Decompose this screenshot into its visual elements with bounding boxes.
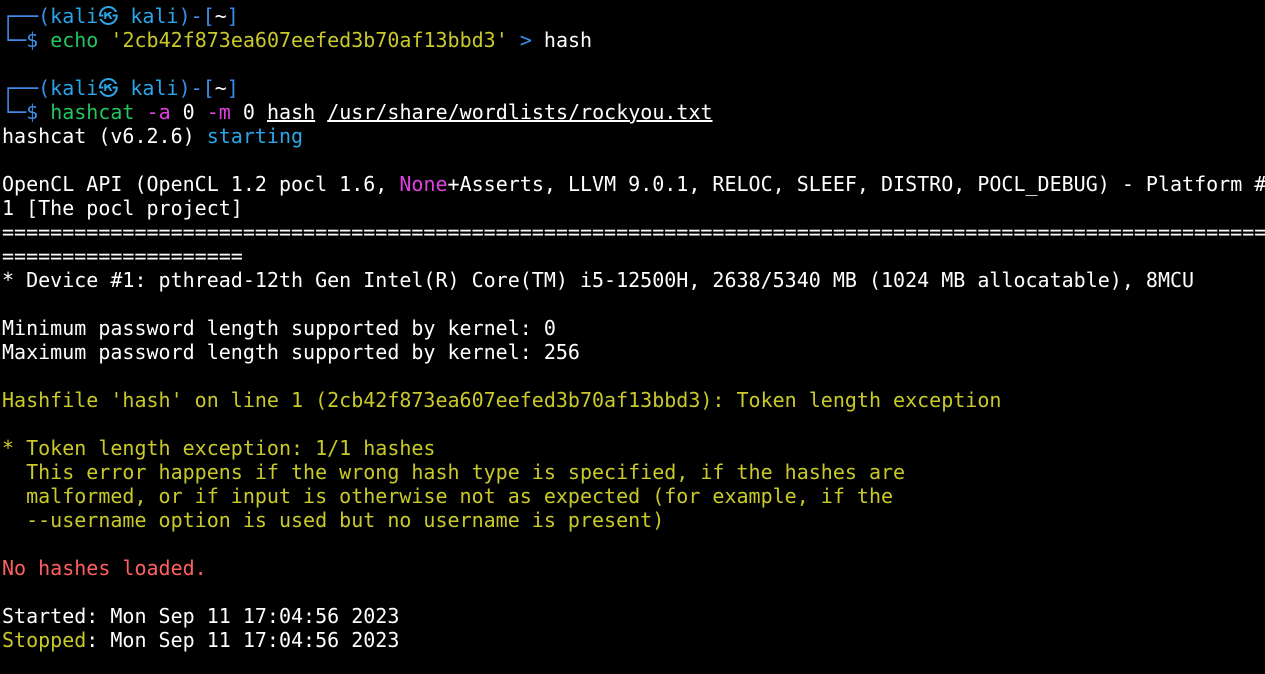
stopped-label: Stopped: [2, 628, 87, 652]
cmd-flag-hash-mode: -m: [206, 100, 231, 124]
starting-text: starting: [206, 124, 304, 148]
terminal-window[interactable]: ┌──(kali㉿ kali)-[~] └─$ echo '2cb42f873e…: [0, 0, 1265, 674]
prompt-cwd: ~: [214, 4, 227, 28]
prompt-user: kali: [50, 4, 99, 28]
prompt-frame-bottom: └─: [2, 100, 27, 124]
prompt-close: )-[: [178, 76, 215, 100]
device-line: * Device #1: pthread-12th Gen Intel(R) C…: [2, 268, 1195, 292]
cmd-echo-string: '2cb42f873ea607eefed3b70af13bbd3': [110, 28, 508, 52]
cmd-redirect: >: [519, 28, 532, 52]
prompt-cwd: ~: [214, 76, 227, 100]
prompt-header-line: ┌──(kali㉿ kali)-[~]: [0, 4, 1265, 28]
cmd-redirect-target: hash: [543, 28, 593, 52]
prompt-at-symbol: ㉿: [98, 4, 119, 28]
no-hashes-error: No hashes loaded.: [2, 556, 207, 580]
cmd-arg-wordlist: /usr/share/wordlists/rockyou.txt: [327, 100, 713, 124]
opencl-line: OpenCL API (OpenCL 1.2 pocl 1.6, None+As…: [0, 172, 1265, 196]
prompt-dollar: $: [26, 100, 51, 124]
cmd-program-echo: echo: [50, 28, 99, 52]
prompt-frame-top: ┌──(: [2, 4, 51, 28]
max-password-line: Maximum password length supported by ker…: [2, 340, 580, 364]
prompt-frame-top: ┌──(: [2, 76, 51, 100]
started-line: Started: Mon Sep 11 17:04:56 2023: [0, 604, 1265, 628]
cmd-arg-hash-file: hash: [267, 100, 316, 124]
started-value: : Mon Sep 11 17:04:56 2023: [86, 604, 400, 628]
prompt-dollar: $: [26, 28, 51, 52]
stopped-value: : Mon Sep 11 17:04:56 2023: [86, 628, 400, 652]
stopped-line: Stopped: Mon Sep 11 17:04:56 2023: [0, 628, 1265, 652]
started-label: Started: [2, 604, 87, 628]
opencl-text-pre: OpenCL API (OpenCL 1.2 pocl 1.6,: [2, 172, 400, 196]
cmd-value-hash-mode: 0: [242, 100, 255, 124]
token-exception-detail: malformed, or if input is otherwise not …: [2, 484, 894, 508]
separator-line: ====================: [2, 244, 243, 268]
prompt-at-symbol: ㉿: [98, 76, 119, 100]
version-text: hashcat (v6.2.6): [2, 124, 207, 148]
opencl-text-post: +Asserts, LLVM 9.0.1, RELOC, SLEEF, DIST…: [447, 172, 1265, 196]
token-exception-detail: --username option is used but no usernam…: [2, 508, 665, 532]
min-password-line: Minimum password length supported by ker…: [2, 316, 556, 340]
cmd-program-hashcat: hashcat: [50, 100, 135, 124]
opencl-platform-line: 1 [The pocl project]: [2, 196, 243, 220]
token-exception-detail: This error happens if the wrong hash typ…: [2, 460, 906, 484]
separator-line: ========================================…: [2, 220, 1265, 244]
command-line: └─$ echo '2cb42f873ea607eefed3b70af13bbd…: [0, 28, 1265, 52]
command-line: └─$ hashcat -a 0 -m 0 hash /usr/share/wo…: [0, 100, 1265, 124]
prompt-close: )-[: [178, 4, 215, 28]
cmd-value-attack-mode: 0: [182, 100, 195, 124]
opencl-none: None: [399, 172, 448, 196]
prompt-user: kali: [50, 76, 99, 100]
prompt-header-line: ┌──(kali㉿ kali)-[~]: [0, 76, 1265, 100]
prompt-end: ]: [226, 4, 239, 28]
prompt-end: ]: [226, 76, 239, 100]
prompt-frame-bottom: └─: [2, 28, 27, 52]
prompt-host: kali: [130, 76, 179, 100]
hashfile-warning-line: Hashfile 'hash' on line 1 (2cb42f873ea60…: [2, 388, 1002, 412]
token-exception-header: * Token length exception: 1/1 hashes: [2, 436, 436, 460]
cmd-flag-attack-mode: -a: [146, 100, 171, 124]
prompt-host: kali: [130, 4, 179, 28]
version-line: hashcat (v6.2.6) starting: [0, 124, 1265, 148]
